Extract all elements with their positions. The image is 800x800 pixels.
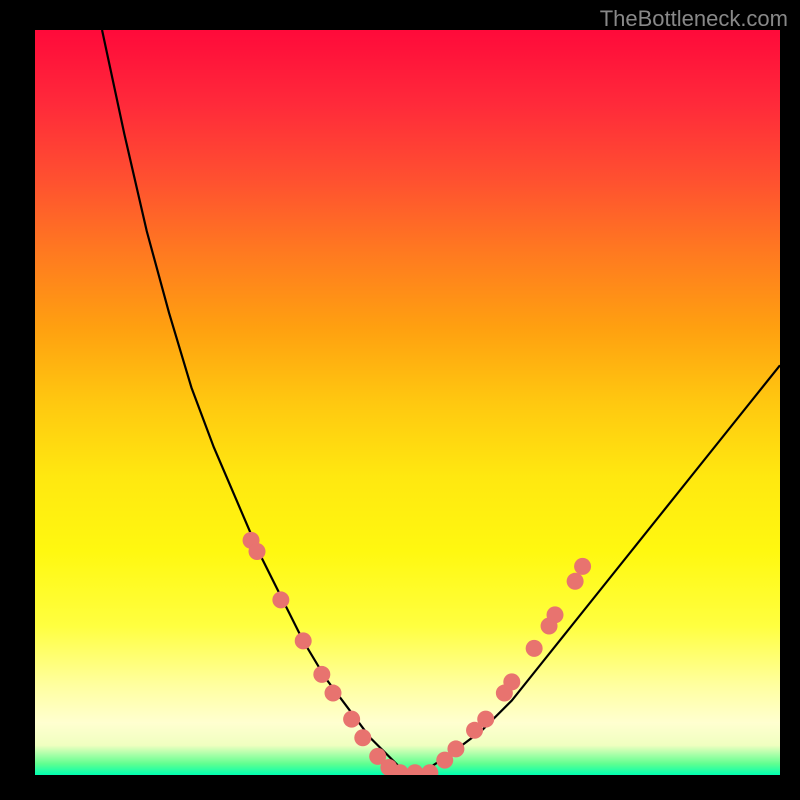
data-dots [243, 532, 592, 775]
dot-left-1 [249, 543, 266, 560]
dot-left-2 [272, 591, 289, 608]
dot-right-1 [447, 740, 464, 757]
curve-lines [102, 30, 780, 775]
chart-plot-area [35, 30, 780, 775]
dot-left-5 [325, 685, 342, 702]
dot-right-3 [477, 711, 494, 728]
curve-left-curve [102, 30, 407, 775]
dot-right-9 [567, 573, 584, 590]
dot-left-6 [343, 711, 360, 728]
dot-left-11 [406, 764, 423, 775]
curve-right-curve [408, 365, 781, 775]
dot-right-6 [526, 640, 543, 657]
dot-right-5 [503, 673, 520, 690]
dot-left-7 [354, 729, 371, 746]
dot-right-8 [547, 606, 564, 623]
dot-left-4 [313, 666, 330, 683]
chart-svg [35, 30, 780, 775]
watermark-text: TheBottleneck.com [600, 6, 788, 32]
dot-left-3 [295, 632, 312, 649]
dot-left-12 [421, 764, 438, 775]
dot-right-10 [574, 558, 591, 575]
